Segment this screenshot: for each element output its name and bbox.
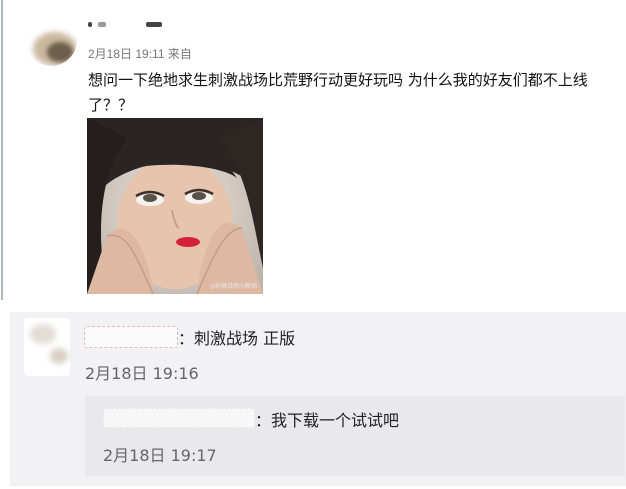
reply-box: ：我下载一个试试吧 2月18日 19:17: [85, 396, 625, 476]
post-timestamp: 2月18日 19:11 来自: [88, 47, 192, 61]
commenter-name-redacted[interactable]: [84, 326, 178, 348]
post-author-name-redacted[interactable]: [88, 20, 168, 30]
reply-time: 2月18日 19:17: [103, 446, 217, 465]
post-author-avatar[interactable]: [25, 14, 77, 66]
child-photo-illustration: [87, 118, 263, 294]
post-divider: [1, 0, 3, 300]
post-photo[interactable]: ◎刺激战场小新闻: [87, 118, 263, 294]
image-watermark: ◎刺激战场小新闻: [209, 283, 257, 290]
comment-time: 2月18日 19:16: [85, 364, 199, 383]
comment-text: ：刺激战场 正版: [178, 329, 296, 348]
commenter-avatar[interactable]: [24, 318, 70, 376]
comment-section: ：刺激战场 正版 2月18日 19:16 ：我下载一个试试吧 2月18日 19:…: [10, 312, 626, 486]
reply-text: ：我下载一个试试吧: [255, 411, 400, 430]
avatar-blur: [47, 42, 73, 62]
post-body-text: 想问一下绝地求生刺激战场比荒野行动更好玩吗 为什么我的好友们都不上线了？？: [88, 71, 588, 114]
replier-name-redacted[interactable]: [103, 408, 255, 428]
weibo-post: 2月18日 19:11 来自 想问一下绝地求生刺激战场比荒野行动更好玩吗 为什么…: [0, 0, 626, 300]
